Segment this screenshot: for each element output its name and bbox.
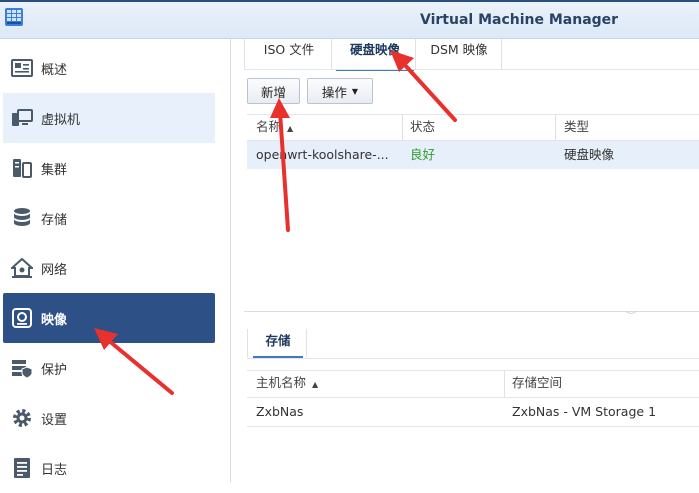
sidebar-item-label: 虚拟机 (41, 112, 81, 128)
cluster-icon (11, 157, 33, 179)
vm-icon (11, 107, 33, 129)
tab-storage[interactable]: 存储 (253, 330, 303, 358)
sidebar-item-log[interactable]: 日志 (3, 443, 215, 493)
sidebar-item-label: 设置 (41, 412, 68, 428)
app-icon (3, 6, 25, 28)
cell-image-name: openwrt-koolshare-... (256, 147, 389, 162)
cell-status-good: 良好 (410, 147, 436, 162)
sidebar-item-label: 日志 (41, 462, 68, 478)
sidebar-item-image[interactable]: 映像 (3, 293, 215, 343)
protection-icon (11, 357, 33, 379)
sidebar-item-cluster[interactable]: 集群 (3, 143, 215, 193)
sidebar-item-label: 保护 (41, 362, 68, 378)
log-icon (11, 457, 33, 479)
sidebar-item-network[interactable]: 网络 (3, 243, 215, 293)
sidebar-item-label: 存储 (41, 212, 68, 228)
cell-storage-name: ZxbNas - VM Storage 1 (512, 404, 657, 419)
sidebar-item-label: 映像 (41, 312, 68, 328)
column-label: 主机名称 (256, 375, 307, 390)
image-icon (11, 307, 33, 329)
title-bar: Virtual Machine Manager (0, 0, 699, 39)
sidebar-item-overview[interactable]: 概述 (3, 43, 215, 93)
sort-asc-icon: ▲ (312, 380, 319, 389)
sidebar-item-storage[interactable]: 存储 (3, 193, 215, 243)
column-label: 名称 (256, 119, 282, 134)
overview-icon (11, 57, 33, 79)
column-header-storage[interactable]: 存储空间 (512, 370, 562, 396)
cell-image-type: 硬盘映像 (564, 147, 615, 162)
table-row[interactable]: ZxbNas ZxbNas - VM Storage 1 (247, 398, 699, 426)
column-header-type[interactable]: 类型 (564, 114, 589, 140)
table-row[interactable]: openwrt-koolshare-... 良好 硬盘映像 (247, 141, 699, 169)
sidebar-item-vm[interactable]: 虚拟机 (3, 93, 215, 143)
action-button-label: 操作 (321, 84, 347, 100)
tab-dsm-images[interactable]: DSM 映像 (419, 39, 499, 69)
sidebar-item-protection[interactable]: 保护 (3, 343, 215, 393)
sidebar: 概述 虚拟机 集群 存储 网络 映像 保护 设置 日志 (0, 39, 231, 482)
sidebar-item-settings[interactable]: 设置 (3, 393, 215, 443)
cell-host-name: ZxbNas (256, 404, 304, 419)
sidebar-item-label: 集群 (41, 162, 68, 178)
main-panel: ISO 文件 硬盘映像 DSM 映像 新增 操作 ▼ 名称 ▲ 状态 类型 op… (231, 39, 699, 482)
column-header-status[interactable]: 状态 (410, 114, 435, 140)
network-icon (11, 257, 33, 279)
add-button-label: 新增 (260, 84, 286, 100)
add-button[interactable]: 新增 (247, 78, 300, 104)
app-title: Virtual Machine Manager (420, 12, 619, 28)
tab-disk-images[interactable]: 硬盘映像 (336, 39, 414, 71)
sidebar-item-label: 概述 (41, 62, 68, 78)
sort-asc-icon: ▲ (287, 124, 294, 133)
column-header-name[interactable]: 名称 ▲ (256, 114, 293, 140)
action-dropdown-button[interactable]: 操作 ▼ (307, 78, 373, 104)
tab-iso-files[interactable]: ISO 文件 (249, 39, 329, 69)
storage-icon (11, 207, 33, 229)
column-header-host[interactable]: 主机名称 ▲ (256, 370, 318, 396)
gear-icon (11, 407, 33, 429)
sidebar-item-label: 网络 (41, 262, 68, 278)
caret-down-icon: ▼ (351, 86, 359, 96)
splitter-handle[interactable]: ︶ (616, 311, 646, 325)
